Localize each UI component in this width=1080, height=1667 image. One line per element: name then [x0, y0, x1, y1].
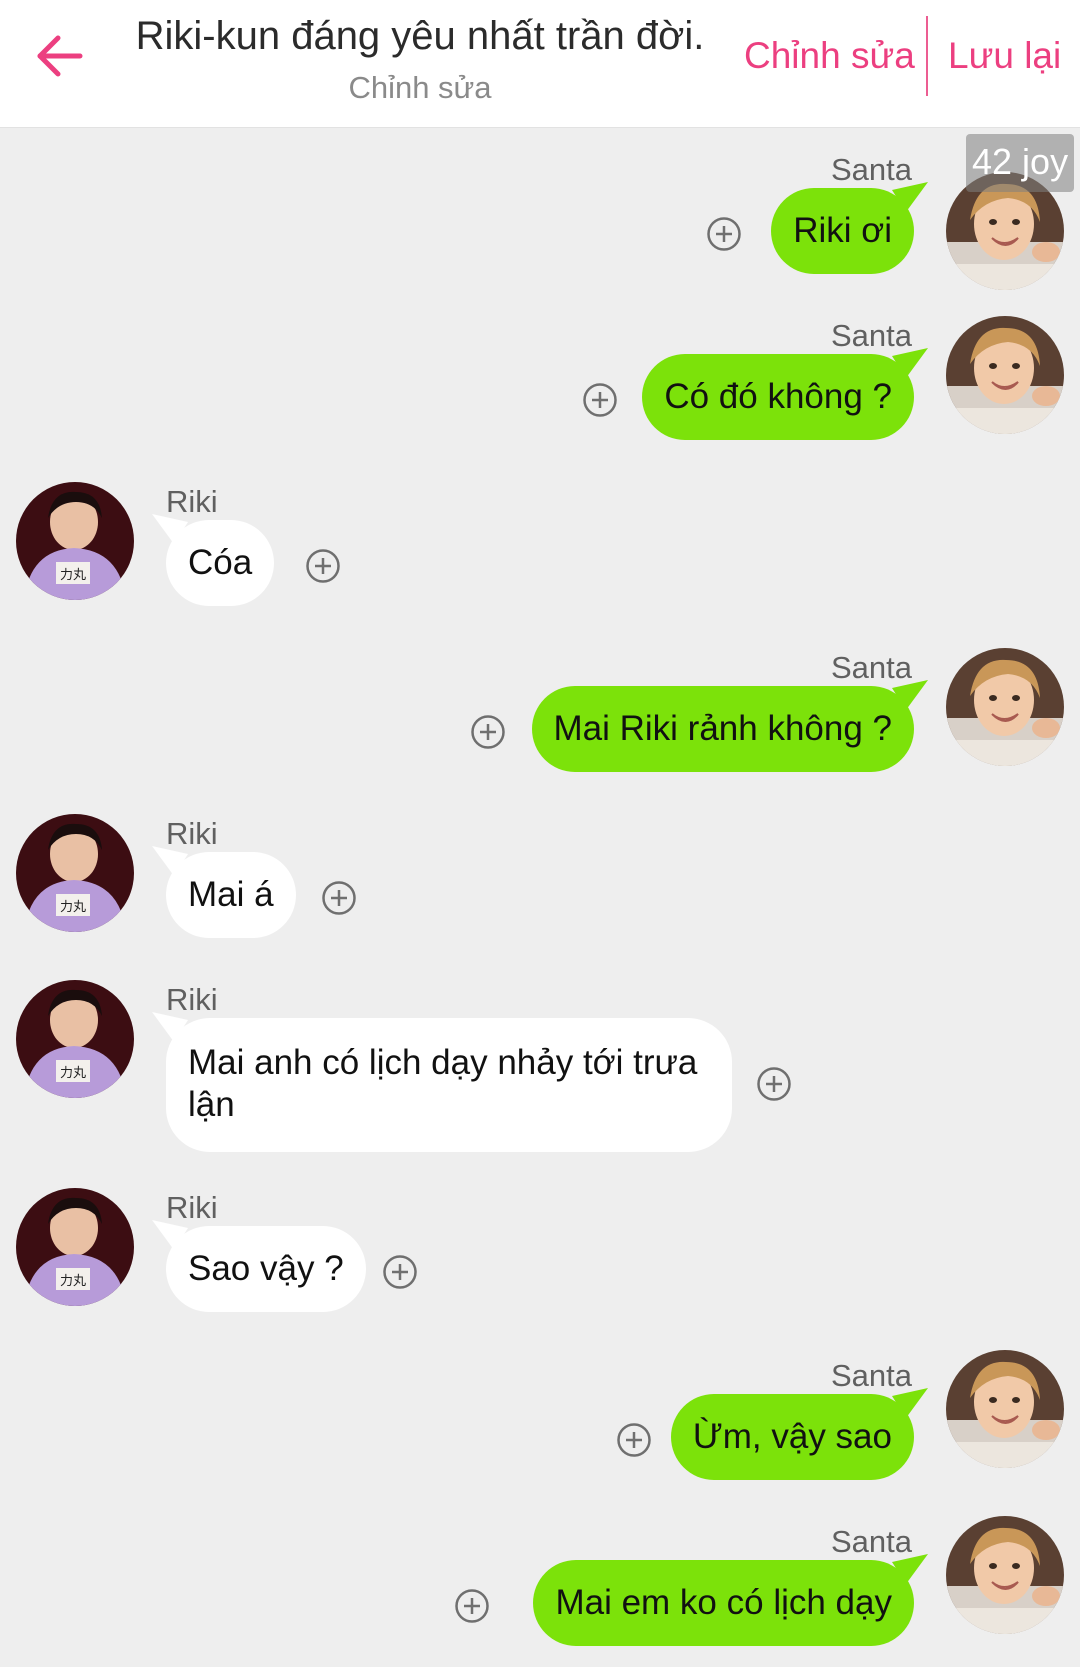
- message-text-line-2: lận: [188, 1085, 235, 1124]
- message-text: Mai anh có lịch dạy nhảy tới trưa: [188, 1043, 698, 1082]
- message-text: Sao vậy ?: [188, 1249, 344, 1288]
- joy-counter-badge: 42 joy: [966, 134, 1074, 192]
- message-bubble[interactable]: Mai á: [152, 846, 296, 938]
- bubble-tail: [892, 182, 928, 212]
- add-reaction-icon[interactable]: [305, 548, 341, 584]
- avatar-santa[interactable]: [946, 1516, 1064, 1634]
- avatar-riki[interactable]: [16, 980, 134, 1098]
- bubble-tail: [892, 1388, 928, 1418]
- add-reaction-icon[interactable]: [454, 1588, 490, 1624]
- avatar-santa[interactable]: [946, 1350, 1064, 1468]
- chat-title: Riki-kun đáng yêu nhất trần đời.: [135, 14, 705, 58]
- message-bubble[interactable]: Ừm, vậy sao: [670, 1388, 928, 1480]
- title-block: Riki-kun đáng yêu nhất trần đời. Chỉnh s…: [110, 10, 730, 110]
- add-reaction-icon[interactable]: [706, 216, 742, 252]
- avatar-riki[interactable]: [16, 814, 134, 932]
- add-reaction-icon[interactable]: [321, 880, 357, 916]
- edit-button[interactable]: Chỉnh sửa: [744, 34, 915, 78]
- message-bubble[interactable]: Mai Riki rảnh không ?: [531, 680, 928, 772]
- back-arrow-icon: [37, 35, 83, 77]
- add-reaction-icon[interactable]: [470, 714, 506, 750]
- message-bubble[interactable]: Có đó không ?: [642, 348, 928, 440]
- message-text: Mai á: [188, 875, 274, 914]
- add-reaction-icon[interactable]: [616, 1422, 652, 1458]
- message-text: Mai em ko có lịch dạy: [555, 1583, 892, 1622]
- top-bar: Riki-kun đáng yêu nhất trần đời. Chỉnh s…: [0, 0, 1080, 128]
- back-button[interactable]: [28, 24, 92, 88]
- avatar-santa[interactable]: [946, 316, 1064, 434]
- message-bubble[interactable]: Riki ơi: [771, 182, 928, 274]
- header-divider: [926, 16, 928, 96]
- message-text: Có đó không ?: [664, 377, 892, 416]
- message-text: Riki ơi: [793, 211, 892, 250]
- bubble-tail: [152, 846, 188, 876]
- message-text: Ừm, vậy sao: [692, 1417, 892, 1456]
- bubble-tail: [152, 514, 188, 544]
- avatar-santa[interactable]: [946, 648, 1064, 766]
- message-bubble[interactable]: Mai anh có lịch dạy nhảy tới trưa lận: [152, 1012, 732, 1152]
- add-reaction-icon[interactable]: [382, 1254, 418, 1290]
- add-reaction-icon[interactable]: [582, 382, 618, 418]
- message-bubble[interactable]: Cóa: [152, 514, 275, 606]
- bubble-tail: [892, 680, 928, 710]
- avatar-riki[interactable]: [16, 482, 134, 600]
- add-reaction-icon[interactable]: [756, 1066, 792, 1102]
- message-text: Cóa: [188, 543, 253, 582]
- bubble-tail: [892, 348, 928, 378]
- save-button[interactable]: Lưu lại: [948, 34, 1061, 78]
- avatar-riki[interactable]: [16, 1188, 134, 1306]
- message-text: Mai Riki rảnh không ?: [553, 709, 893, 748]
- message-bubble[interactable]: Sao vậy ?: [152, 1220, 366, 1312]
- message-bubble[interactable]: Mai em ko có lịch dạy: [533, 1554, 928, 1646]
- bubble-tail: [152, 1012, 188, 1042]
- bubble-tail: [892, 1554, 928, 1584]
- chat-subtitle: Chỉnh sửa: [348, 70, 492, 105]
- bubble-tail: [152, 1220, 188, 1250]
